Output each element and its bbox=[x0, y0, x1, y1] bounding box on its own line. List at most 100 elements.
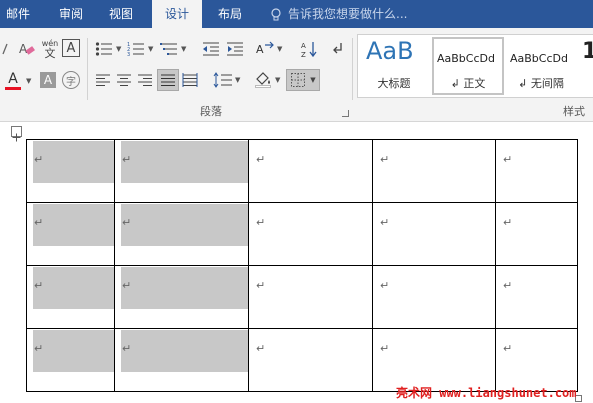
table-cell[interactable]: ↵ bbox=[248, 328, 373, 392]
end-of-cell-mark: ↵ bbox=[34, 153, 44, 166]
style-normal[interactable]: AaBbCcDd ↲ 正文 bbox=[432, 37, 504, 95]
table-row: ↵ ↵ ↵ ↵ ↵ bbox=[26, 139, 578, 203]
table-cell[interactable]: ↵ bbox=[248, 265, 373, 329]
numbering-dropdown-icon[interactable]: ▼ bbox=[148, 44, 155, 54]
table-cell[interactable]: ↵ bbox=[495, 202, 578, 266]
table-row: ↵ ↵ ↵ ↵ ↵ bbox=[26, 265, 578, 329]
font-color-dropdown-icon[interactable]: ▼ bbox=[26, 76, 33, 86]
justify-button[interactable] bbox=[157, 69, 179, 91]
table-cell[interactable]: ↵ bbox=[26, 328, 115, 392]
phonetic-guide-char: 文 bbox=[44, 46, 56, 60]
distributed-button[interactable] bbox=[180, 70, 200, 90]
bullets-button[interactable] bbox=[93, 38, 115, 60]
increase-indent-button[interactable] bbox=[224, 38, 246, 60]
clear-formatting-button[interactable]: A bbox=[16, 38, 38, 60]
style-no-spacing[interactable]: AaBbCcDd ↲ 无间隔 bbox=[506, 37, 576, 95]
table-row: ↵ ↵ ↵ ↵ ↵ bbox=[26, 328, 578, 392]
eraser-icon: A bbox=[19, 42, 35, 56]
end-of-cell-mark: ↵ bbox=[34, 342, 44, 355]
numbered-list-icon: 123 bbox=[127, 42, 144, 57]
style-heading-1[interactable]: 1 bbox=[580, 37, 593, 95]
paragraph-group-label: 段落 bbox=[200, 105, 222, 118]
table-cell[interactable]: ↵ bbox=[114, 328, 249, 392]
style-no-spacing-name: ↲ 无间隔 bbox=[518, 77, 564, 90]
chinese-layout-button[interactable]: A bbox=[254, 38, 276, 60]
group-separator bbox=[352, 38, 353, 100]
table-cell[interactable]: ↵ bbox=[372, 202, 496, 266]
table-cell[interactable]: ↵ bbox=[372, 139, 496, 203]
table-cell[interactable]: ↵ bbox=[495, 139, 578, 203]
align-left-button[interactable] bbox=[93, 70, 113, 90]
table-cell[interactable]: ↵ bbox=[114, 265, 249, 329]
borders-button[interactable]: ▼ bbox=[286, 69, 320, 91]
numbering-button[interactable]: 123 bbox=[125, 38, 147, 60]
table-cell[interactable]: ↵ bbox=[495, 328, 578, 392]
end-of-cell-mark: ↵ bbox=[380, 342, 390, 355]
bullets-dropdown-icon[interactable]: ▼ bbox=[116, 44, 123, 54]
end-of-cell-mark: ↵ bbox=[34, 216, 44, 229]
style-title-sample: AaB bbox=[366, 37, 414, 65]
borders-icon bbox=[291, 73, 306, 87]
table-cell[interactable]: ↵ bbox=[248, 139, 373, 203]
end-of-cell-mark: ↵ bbox=[380, 216, 390, 229]
character-shading-button[interactable]: A bbox=[40, 72, 56, 88]
tab-review[interactable]: 审阅 bbox=[48, 0, 94, 28]
svg-text:3: 3 bbox=[127, 52, 130, 57]
table-cell[interactable]: ↵ bbox=[495, 265, 578, 329]
cell-shading bbox=[121, 141, 248, 183]
align-left-icon bbox=[96, 74, 110, 86]
multilevel-list-button[interactable] bbox=[158, 38, 180, 60]
end-of-cell-mark: ↵ bbox=[380, 279, 390, 292]
end-of-cell-mark: ↵ bbox=[256, 342, 266, 355]
align-center-button[interactable] bbox=[114, 70, 134, 90]
font-color-button[interactable]: A bbox=[2, 70, 24, 92]
enclose-characters-button[interactable]: 字 bbox=[62, 71, 80, 89]
svg-text:A: A bbox=[301, 42, 306, 50]
align-right-button[interactable] bbox=[135, 70, 155, 90]
show-marks-button[interactable] bbox=[328, 38, 348, 60]
table-cell[interactable]: ↵ bbox=[372, 328, 496, 392]
font-color-letter: A bbox=[8, 71, 18, 87]
table-cell[interactable]: ↵ bbox=[26, 265, 115, 329]
table-cell[interactable]: ↵ bbox=[26, 139, 115, 203]
end-of-cell-mark: ↵ bbox=[256, 279, 266, 292]
paragraph-dialog-launcher-icon[interactable] bbox=[342, 110, 349, 117]
style-title[interactable]: AaB 大标题 bbox=[360, 37, 428, 95]
align-justify-icon bbox=[161, 74, 175, 86]
shading-button[interactable] bbox=[252, 70, 274, 90]
tab-layout[interactable]: 布局 bbox=[205, 0, 255, 28]
tab-view[interactable]: 视图 bbox=[98, 0, 144, 28]
table-move-handle[interactable] bbox=[11, 126, 22, 142]
distributed-align-icon bbox=[182, 73, 198, 87]
end-of-cell-mark: ↵ bbox=[503, 279, 513, 292]
document-page[interactable]: ↵ ↵ ↵ ↵ ↵ ↵ ↵ ↵ ↵ ↵ ↵ ↵ ↵ ↵ ↵ ↵ ↵ ↵ ↵ ↵ 亮术网 www.liangshunet… bbox=[0, 122, 593, 403]
tab-design[interactable]: 设计 bbox=[152, 0, 202, 28]
end-of-cell-mark: ↵ bbox=[122, 216, 132, 229]
table-cell[interactable]: ↵ bbox=[26, 202, 115, 266]
table-cell[interactable]: ↵ bbox=[114, 202, 249, 266]
decrease-indent-button[interactable] bbox=[200, 38, 222, 60]
table-cell[interactable]: ↵ bbox=[248, 202, 373, 266]
line-spacing-dropdown-icon[interactable]: ▼ bbox=[235, 75, 242, 85]
table-cell[interactable]: ↵ bbox=[114, 139, 249, 203]
style-normal-name: ↲ 正文 bbox=[450, 77, 486, 90]
multilevel-dropdown-icon[interactable]: ▼ bbox=[181, 44, 188, 54]
bullet-list-icon bbox=[95, 42, 112, 56]
multilevel-list-icon bbox=[160, 43, 177, 55]
phonetic-guide-button[interactable]: wén 文 bbox=[40, 36, 60, 62]
document-table[interactable]: ↵ ↵ ↵ ↵ ↵ ↵ ↵ ↵ ↵ ↵ ↵ ↵ ↵ ↵ ↵ ↵ ↵ ↵ ↵ ↵ bbox=[26, 139, 578, 392]
tab-mailings[interactable]: 邮件 bbox=[0, 0, 36, 28]
table-cell[interactable]: ↵ bbox=[372, 265, 496, 329]
align-right-icon bbox=[138, 74, 152, 86]
line-spacing-button[interactable] bbox=[212, 70, 234, 90]
group-separator bbox=[87, 38, 88, 100]
sort-button[interactable]: A Z bbox=[298, 38, 320, 60]
end-of-cell-mark: ↵ bbox=[256, 216, 266, 229]
chinese-layout-dropdown-icon[interactable]: ▼ bbox=[277, 44, 284, 54]
end-of-cell-mark: ↵ bbox=[122, 279, 132, 292]
shading-dropdown-icon[interactable]: ▼ bbox=[275, 75, 282, 85]
line-spacing-icon bbox=[213, 72, 232, 88]
return-arrow-icon bbox=[333, 43, 342, 54]
cell-shading bbox=[33, 267, 114, 309]
character-border-button[interactable]: A bbox=[62, 39, 80, 57]
